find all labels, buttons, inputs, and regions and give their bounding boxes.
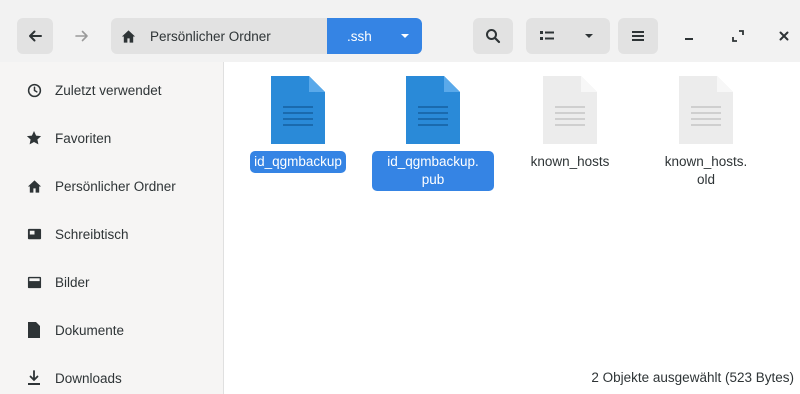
desktop-icon	[26, 226, 42, 242]
view-options-button[interactable]	[568, 18, 610, 54]
file-name: id_qgmbackup. pub	[372, 151, 494, 191]
minimize-button[interactable]	[673, 20, 705, 52]
list-view-icon	[540, 31, 554, 40]
sidebar-item-home[interactable]: Persönlicher Ordner	[0, 166, 223, 206]
sidebar-item-pictures[interactable]: Bilder	[0, 262, 223, 302]
back-button[interactable]	[17, 18, 53, 54]
star-icon	[26, 130, 42, 146]
file-name: known_hosts	[530, 154, 610, 169]
search-icon	[486, 29, 501, 44]
sidebar-item-desktop[interactable]: Schreibtisch	[0, 214, 223, 254]
sidebar-item-favorites[interactable]: Favoriten	[0, 118, 223, 158]
minimize-icon	[685, 38, 693, 40]
sidebar-item-label: Zuletzt verwendet	[55, 82, 162, 98]
path-crumb-current-label: .ssh	[347, 28, 372, 44]
places-sidebar: Zuletzt verwendet Favoriten Persönlicher…	[0, 62, 224, 394]
arrow-right-icon	[75, 30, 88, 42]
forward-button[interactable]	[64, 18, 100, 54]
arrow-left-icon	[29, 30, 42, 42]
hamburger-menu-icon	[632, 31, 644, 41]
text-file-icon	[406, 76, 460, 144]
file-name: id_qgmbackup	[250, 151, 346, 173]
sidebar-item-label: Favoriten	[55, 130, 112, 146]
path-bar: Persönlicher Ordner .ssh	[111, 18, 422, 54]
path-crumb-current[interactable]: .ssh	[327, 18, 422, 54]
maximize-icon	[732, 30, 744, 42]
path-crumb-home-label: Persönlicher Ordner	[150, 28, 271, 44]
text-file-icon	[679, 76, 733, 144]
text-file-icon	[271, 76, 325, 144]
file-item[interactable]: id_qgmbackup	[233, 76, 363, 173]
chevron-down-icon	[401, 34, 409, 38]
home-icon	[121, 29, 136, 43]
chevron-down-icon	[585, 34, 593, 38]
close-button[interactable]	[768, 20, 800, 52]
file-grid: id_qgmbackup id_qgmbackup. pub known_hos…	[225, 62, 800, 394]
download-icon	[26, 370, 42, 386]
text-file-icon	[543, 76, 597, 144]
sidebar-item-label: Downloads	[55, 370, 122, 386]
clock-icon	[26, 82, 42, 98]
sidebar-item-documents[interactable]: Dokumente	[0, 310, 223, 350]
file-item[interactable]: known_hosts. old	[641, 76, 771, 191]
view-toggle-group	[526, 18, 610, 54]
path-crumb-home[interactable]: Persönlicher Ordner	[111, 18, 327, 54]
selection-status: 2 Objekte ausgewählt (523 Bytes)	[579, 360, 800, 394]
pictures-icon	[26, 274, 42, 290]
sidebar-item-downloads[interactable]: Downloads	[0, 358, 223, 394]
file-item[interactable]: known_hosts	[505, 76, 635, 173]
sidebar-item-label: Persönlicher Ordner	[55, 178, 176, 194]
file-name: known_hosts. old	[664, 154, 748, 187]
file-item[interactable]: id_qgmbackup. pub	[368, 76, 498, 191]
sidebar-item-label: Schreibtisch	[55, 226, 129, 242]
sidebar-item-recent[interactable]: Zuletzt verwendet	[0, 70, 223, 110]
sidebar-item-label: Dokumente	[55, 322, 125, 338]
header-bar: Persönlicher Ordner .ssh	[0, 0, 800, 62]
document-icon	[26, 322, 42, 338]
main-menu-button[interactable]	[618, 18, 658, 54]
close-icon	[779, 31, 789, 41]
sidebar-item-label: Bilder	[55, 274, 90, 290]
search-button[interactable]	[473, 18, 513, 54]
maximize-button[interactable]	[722, 20, 754, 52]
list-view-button[interactable]	[526, 18, 568, 54]
home-icon	[26, 178, 42, 194]
